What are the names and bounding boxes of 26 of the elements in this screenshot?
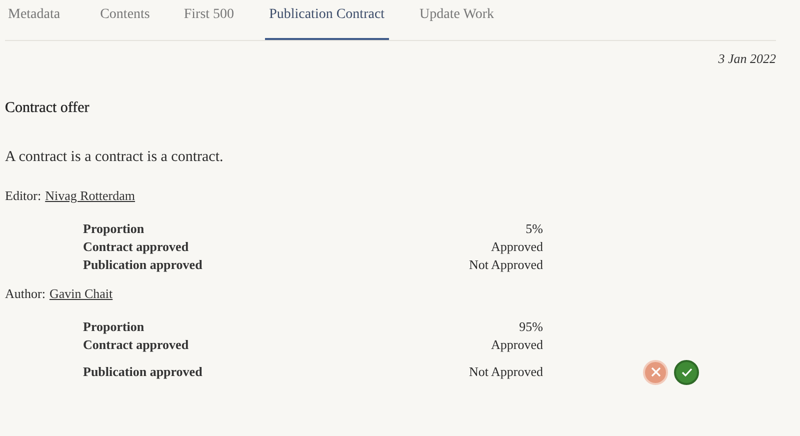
- field-label: Contract approved: [83, 239, 190, 255]
- date-text: 3 Jan 2022: [717, 51, 776, 67]
- person-link[interactable]: Gavin Chait: [49, 286, 113, 302]
- field-value: Approved: [490, 239, 543, 255]
- person-link[interactable]: Nivag Rotterdam: [45, 188, 136, 204]
- close-icon: [648, 365, 662, 379]
- section-heading: Contract offer: [5, 100, 90, 117]
- field-label: Publication approved: [83, 364, 204, 380]
- field-value: 95%: [518, 319, 543, 335]
- role-label: Editor:: [5, 188, 42, 204]
- field-label: Proportion: [83, 221, 146, 237]
- field-value: 5%: [524, 221, 543, 237]
- field-value: Not Approved: [468, 364, 543, 380]
- field-value: Not Approved: [468, 257, 543, 273]
- role-label: Author:: [5, 286, 46, 302]
- tab[interactable]: Metadata: [5, 0, 64, 40]
- description-text: A contract is a contract is a contract.: [5, 149, 224, 166]
- field-label: Proportion: [83, 319, 146, 335]
- tab[interactable]: Update Work: [416, 0, 497, 40]
- field-value: Approved: [490, 337, 543, 353]
- field-label: Publication approved: [83, 257, 204, 273]
- tab[interactable]: Publication Contract: [265, 0, 389, 40]
- approve-button[interactable]: [674, 360, 699, 384]
- tab[interactable]: Contents: [97, 0, 153, 40]
- field-label: Contract approved: [83, 337, 190, 353]
- tab[interactable]: First 500: [180, 0, 238, 40]
